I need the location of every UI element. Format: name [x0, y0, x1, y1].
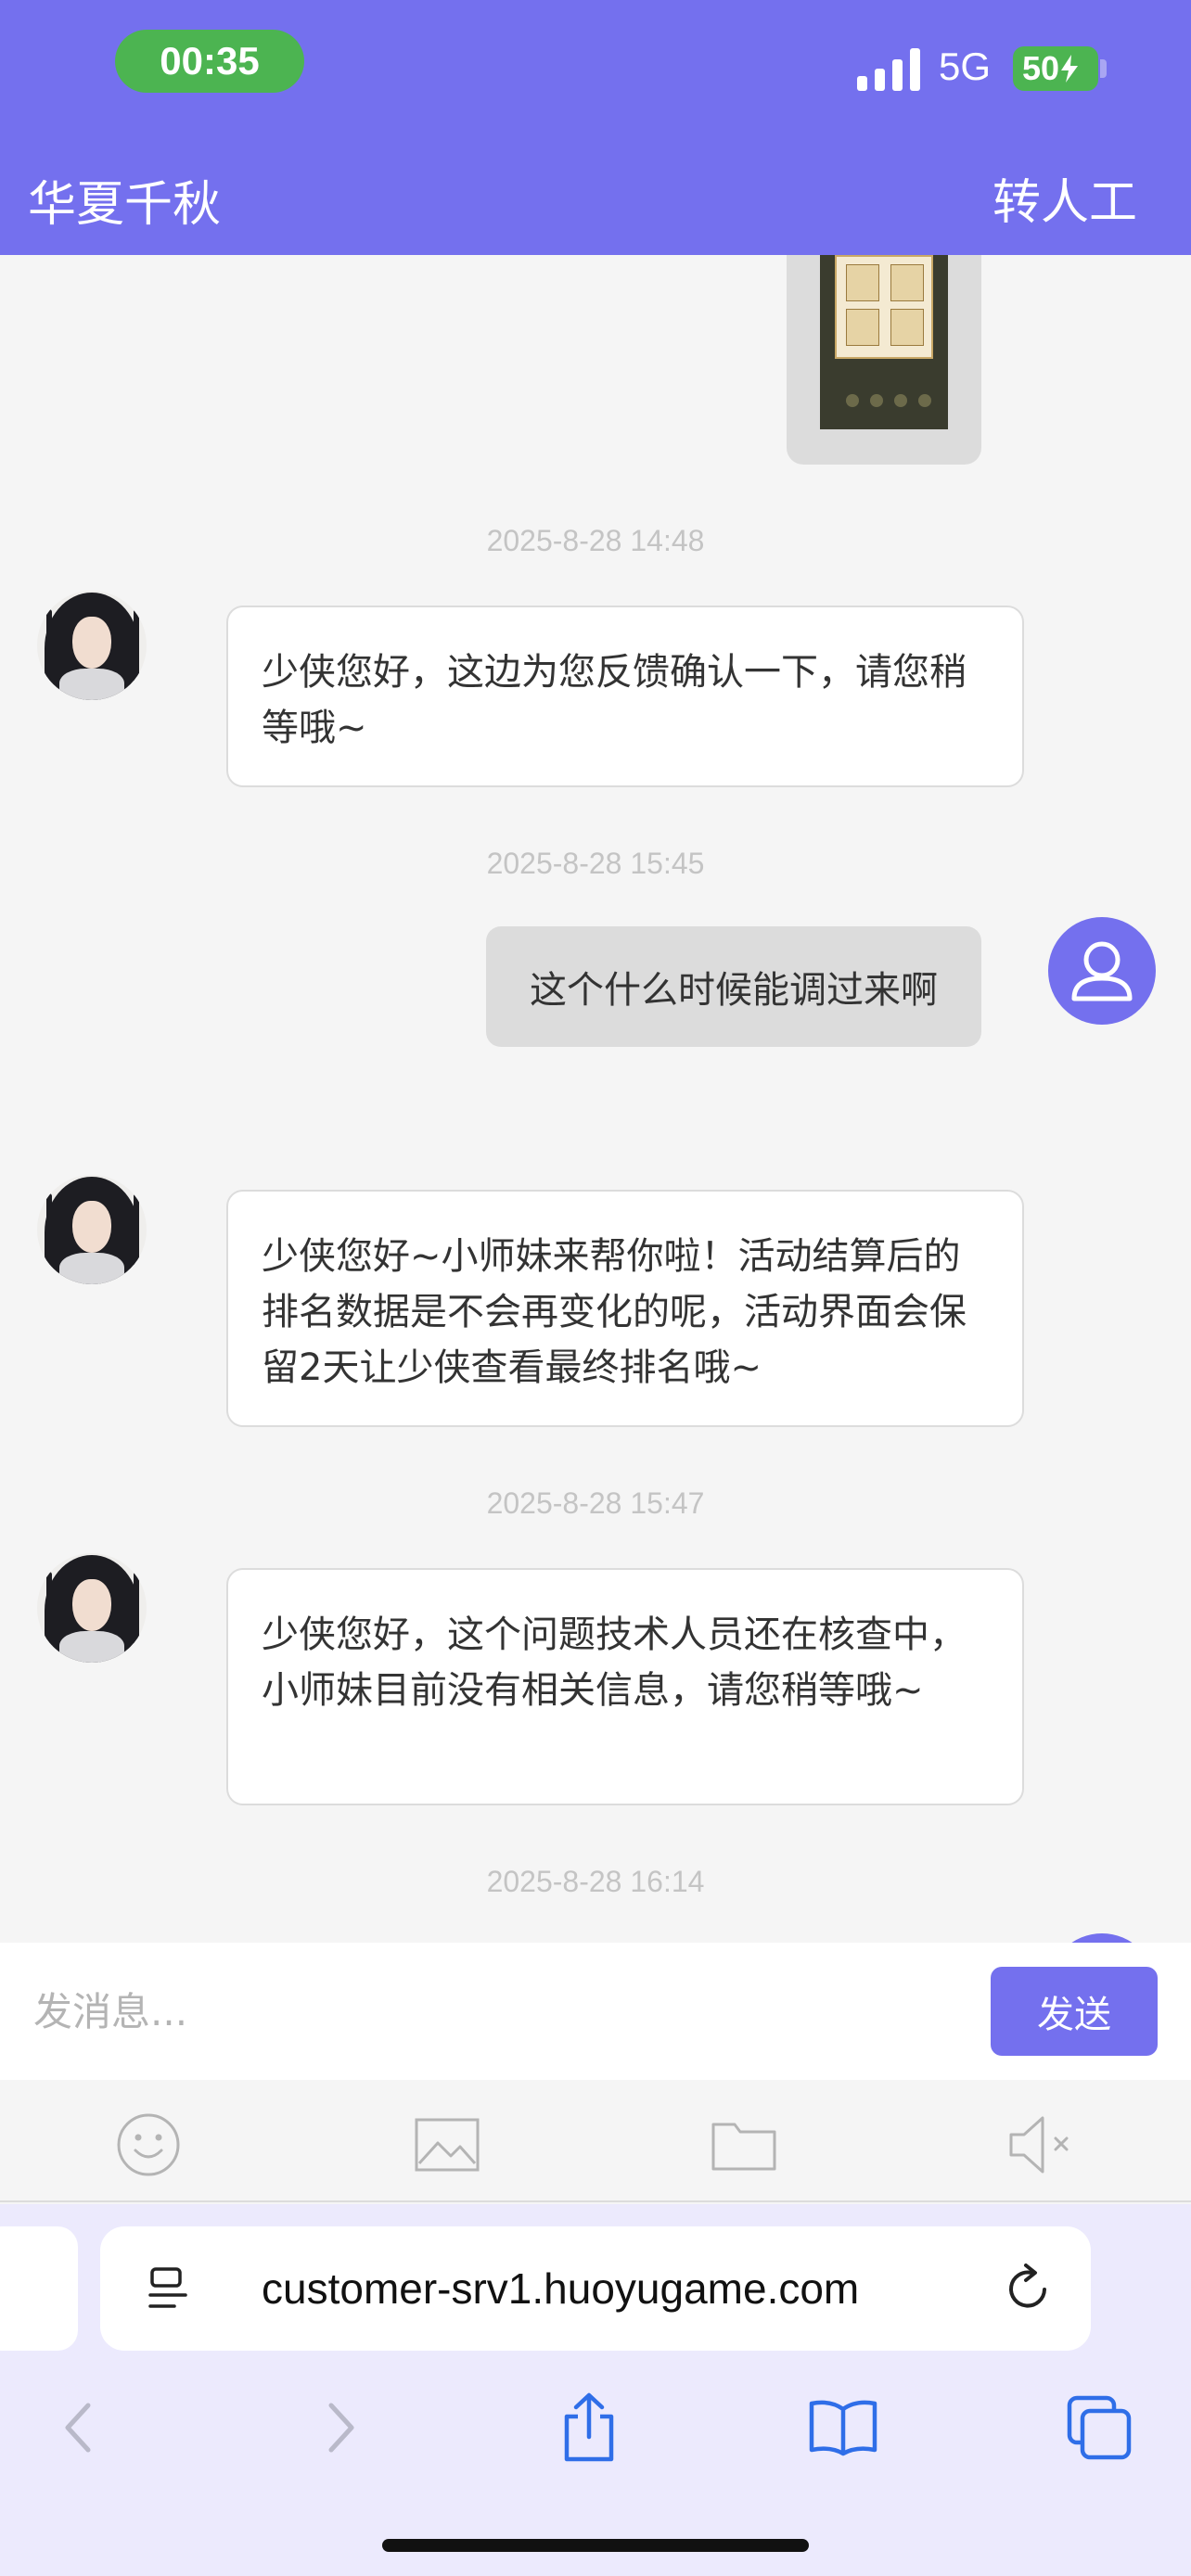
address-bar[interactable]: customer-srv1.huoyugame.com — [100, 2226, 1091, 2351]
user-avatar — [1048, 917, 1156, 1025]
image-message[interactable] — [787, 255, 981, 465]
folder-icon[interactable] — [707, 2108, 781, 2182]
message-input[interactable] — [33, 1976, 961, 2047]
signal-icon — [857, 48, 920, 91]
screenshot-thumbnail[interactable] — [820, 255, 948, 429]
timestamp: 2025-8-28 14:48 — [486, 524, 705, 557]
mute-icon[interactable] — [1005, 2108, 1080, 2182]
agent-avatar — [37, 591, 147, 700]
emoji-icon[interactable] — [111, 2108, 186, 2182]
transfer-to-human-button[interactable]: 转人工 — [992, 163, 1137, 233]
forward-icon[interactable] — [299, 2386, 382, 2469]
battery-cap — [1100, 59, 1107, 78]
agent-avatar — [37, 1553, 147, 1663]
chat-history[interactable]: 2025-8-28 14:48 少侠您好，这边为您反馈确认一下，请您稍等哦~ 2… — [0, 255, 1191, 1943]
composer: 发送 — [0, 1943, 1191, 2080]
page-menu-icon[interactable] — [147, 2265, 191, 2312]
send-button[interactable]: 发送 — [991, 1967, 1158, 2056]
previous-tab[interactable] — [0, 2226, 78, 2351]
share-icon[interactable] — [547, 2386, 631, 2469]
agent-message: 少侠您好~小师妹来帮你啦！活动结算后的排名数据是不会再变化的呢，活动界面会保留2… — [226, 1190, 1024, 1427]
tabs-icon[interactable] — [1057, 2386, 1141, 2469]
user-message: 这个什么时候能调过来啊 — [486, 926, 981, 1047]
timestamp: 2025-8-28 15:45 — [486, 847, 705, 880]
user-icon — [1071, 941, 1133, 1001]
battery-icon: 50 — [1013, 46, 1098, 91]
url-text[interactable]: customer-srv1.huoyugame.com — [262, 2226, 859, 2351]
agent-avatar — [37, 1175, 147, 1284]
back-icon[interactable] — [37, 2386, 121, 2469]
network-type: 5G — [939, 45, 992, 88]
timestamp: 2025-8-28 16:14 — [486, 1865, 705, 1898]
user-avatar — [1048, 1933, 1156, 1943]
agent-message: 少侠您好，这边为您反馈确认一下，请您稍等哦~ — [226, 606, 1024, 787]
home-indicator — [382, 2539, 809, 2552]
bookmarks-icon[interactable] — [801, 2386, 885, 2469]
charging-bolt-icon — [1061, 55, 1079, 83]
status-time: 00:35 — [115, 30, 304, 93]
composer-toolbar — [0, 2080, 1191, 2202]
app-header: 00:35 5G 50 华夏千秋 转人工 — [0, 0, 1191, 255]
battery-level: 50 — [1022, 49, 1060, 87]
page-title: 华夏千秋 — [28, 177, 222, 233]
browser-chrome: customer-srv1.huoyugame.com — [0, 2204, 1191, 2576]
reload-icon[interactable] — [1004, 2264, 1054, 2314]
timestamp: 2025-8-28 15:47 — [486, 1486, 705, 1520]
agent-message: 少侠您好，这个问题技术人员还在核查中，小师妹目前没有相关信息，请您稍等哦~ — [226, 1568, 1024, 1805]
image-icon[interactable] — [410, 2108, 484, 2182]
